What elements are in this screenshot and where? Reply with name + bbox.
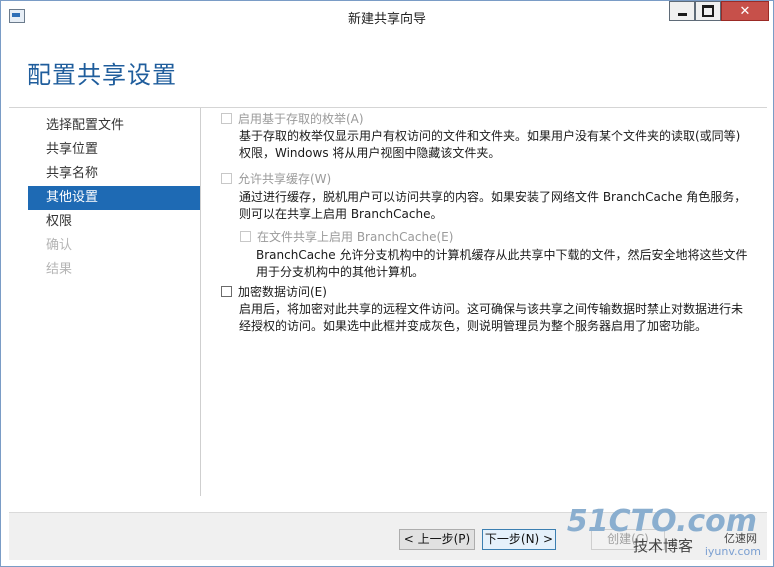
maximize-icon [702,5,714,17]
wizard-window: 新建共享向导 ✕ 配置共享设置 选择配置文件 共享位置 共享名称 其他设置 权限… [0,0,774,567]
title-bar[interactable]: 新建共享向导 ✕ [1,1,773,31]
nav-item-share-location[interactable]: 共享位置 [28,138,200,162]
branchcache-label: 在文件共享上启用 BranchCache(E) [257,230,454,244]
branchcache-description: BranchCache 允许分支机构中的计算机缓存从此共享中下载的文件，然后安全… [256,248,748,279]
encrypt-checkbox[interactable] [221,286,232,297]
encrypt-label[interactable]: 加密数据访问(E) [238,283,327,300]
encrypt-description: 启用后，将加密对此共享的远程文件访问。这可确保与该共享之间传输数据时禁止对数据进… [239,302,744,333]
cache-checkbox [221,173,232,184]
cache-description: 通过进行缓存，脱机用户可以访问共享的内容。如果安装了网络文件 BranchCac… [239,190,747,221]
previous-button[interactable]: < 上一步(P) [399,529,475,550]
wizard-nav: 选择配置文件 共享位置 共享名称 其他设置 权限 确认 结果 [28,114,200,282]
next-button[interactable]: 下一步(N) > [482,529,556,550]
abe-description: 基于存取的枚举仅显示用户有权访问的文件和文件夹。如果用户没有某个文件夹的读取(或… [239,129,741,160]
window-title: 新建共享向导 [347,12,426,27]
branchcache-checkbox [240,231,251,242]
header-band: 配置共享设置 [9,31,767,108]
cache-label: 允许共享缓存(W) [238,172,332,186]
watermark: 51CTO.com 亿速网 技术博客 iyunv.com [567,504,765,558]
close-button[interactable]: ✕ [721,1,769,21]
nav-item-share-name[interactable]: 共享名称 [28,162,200,186]
close-icon: ✕ [739,3,751,19]
watermark-url: iyunv.com [704,545,761,558]
abe-label: 启用基于存取的枚举(A) [238,112,364,126]
nav-item-results: 结果 [46,262,73,277]
sidebar-divider [200,108,201,496]
nav-item-select-profile[interactable]: 选择配置文件 [28,114,200,138]
encrypt-option[interactable]: 加密数据访问(E) [221,283,327,300]
minimize-icon [677,12,687,16]
page-title: 配置共享设置 [27,61,177,89]
branchcache-option: 在文件共享上启用 BranchCache(E) [240,228,453,245]
abe-option: 启用基于存取的枚举(A) [221,110,364,127]
cache-option: 允许共享缓存(W) [221,170,331,187]
nav-item-other-settings[interactable]: 其他设置 [28,186,200,210]
watermark-blog: 技术博客 [633,537,694,555]
nav-item-permissions[interactable]: 权限 [28,210,200,234]
watermark-brand: 亿速网 [724,532,757,545]
minimize-button[interactable] [669,1,695,21]
maximize-button[interactable] [695,1,721,21]
nav-item-confirm: 确认 [46,238,73,253]
abe-checkbox [221,113,232,124]
content-area: 选择配置文件 共享位置 共享名称 其他设置 权限 确认 结果 启用基于存取的枚举… [9,108,767,512]
